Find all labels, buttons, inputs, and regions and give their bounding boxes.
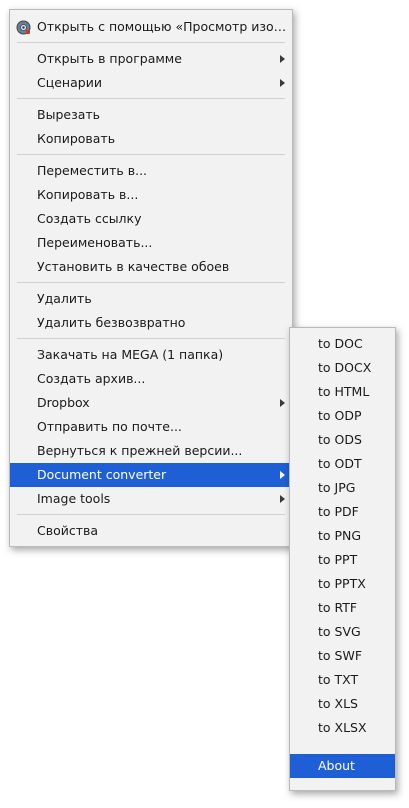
- menu-separator: [17, 98, 285, 99]
- menu-item-label: Копировать: [37, 131, 116, 146]
- submenu-arrow-icon: [280, 79, 285, 87]
- menu-item-label: Dropbox: [37, 395, 90, 410]
- menu-item-delete[interactable]: Удалить: [10, 287, 292, 311]
- submenu-item-to-odp[interactable]: to ODP: [290, 404, 395, 428]
- submenu-arrow-icon: [280, 399, 285, 407]
- menu-separator: [17, 282, 285, 283]
- submenu-item-to-odt[interactable]: to ODT: [290, 452, 395, 476]
- menu-item-upload-to-mega[interactable]: Закачать на MEGA (1 папка): [10, 343, 292, 367]
- submenu-arrow-icon: [280, 471, 285, 479]
- menu-item-label: Вернуться к прежней версии...: [37, 443, 243, 458]
- menu-separator: [17, 154, 285, 155]
- submenu-spacer: [290, 740, 395, 754]
- menu-item-open-with-default[interactable]: Открыть с помощью «Просмотр изображе...: [10, 15, 292, 39]
- context-menu: Открыть с помощью «Просмотр изображе... …: [9, 9, 293, 547]
- submenu-item-to-xls[interactable]: to XLS: [290, 692, 395, 716]
- image-viewer-icon: [16, 20, 31, 35]
- submenu-item-to-html[interactable]: to HTML: [290, 380, 395, 404]
- menu-item-label: Создать архив...: [37, 371, 146, 386]
- menu-item-label: Вырезать: [37, 107, 101, 122]
- menu-item-label: Закачать на MEGA (1 папка): [37, 347, 224, 362]
- menu-item-create-link[interactable]: Создать ссылку: [10, 207, 292, 231]
- menu-item-label: Переименовать...: [37, 235, 153, 250]
- menu-item-set-as-wallpaper[interactable]: Установить в качестве обоев: [10, 255, 292, 279]
- menu-item-rename[interactable]: Переименовать...: [10, 231, 292, 255]
- menu-item-send-by-email[interactable]: Отправить по почте...: [10, 415, 292, 439]
- menu-item-label: Image tools: [37, 491, 111, 506]
- submenu-item-to-pptx[interactable]: to PPTX: [290, 572, 395, 596]
- menu-separator: [17, 338, 285, 339]
- menu-item-label: Удалить безвозвратно: [37, 315, 186, 330]
- menu-item-cut[interactable]: Вырезать: [10, 103, 292, 127]
- menu-item-properties[interactable]: Свойства: [10, 519, 292, 543]
- menu-item-label: Установить в качестве обоев: [37, 259, 230, 274]
- menu-item-label: Удалить: [37, 291, 92, 306]
- menu-item-label: Копировать в...: [37, 187, 139, 202]
- document-converter-submenu: to DOC to DOCX to HTML to ODP to ODS to …: [289, 327, 396, 791]
- submenu-arrow-icon: [280, 495, 285, 503]
- submenu-item-to-ppt[interactable]: to PPT: [290, 548, 395, 572]
- submenu-item-to-txt[interactable]: to TXT: [290, 668, 395, 692]
- menu-item-label: Сценарии: [37, 75, 102, 90]
- menu-item-label: Открыть в программе: [37, 51, 182, 66]
- submenu-item-to-jpg[interactable]: to JPG: [290, 476, 395, 500]
- menu-item-label: Открыть с помощью «Просмотр изображе...: [37, 19, 287, 34]
- submenu-item-to-doc[interactable]: to DOC: [290, 332, 395, 356]
- submenu-item-to-pdf[interactable]: to PDF: [290, 500, 395, 524]
- submenu-item-to-png[interactable]: to PNG: [290, 524, 395, 548]
- menu-item-label: Создать ссылку: [37, 211, 142, 226]
- menu-item-document-converter[interactable]: Document converter: [10, 463, 292, 487]
- menu-item-copy-to[interactable]: Копировать в...: [10, 183, 292, 207]
- submenu-item-to-ods[interactable]: to ODS: [290, 428, 395, 452]
- menu-item-delete-permanently[interactable]: Удалить безвозвратно: [10, 311, 292, 335]
- menu-separator: [17, 514, 285, 515]
- menu-item-move-to[interactable]: Переместить в...: [10, 159, 292, 183]
- submenu-item-about[interactable]: About: [290, 754, 395, 778]
- menu-item-image-tools[interactable]: Image tools: [10, 487, 292, 511]
- menu-item-label: Переместить в...: [37, 163, 148, 178]
- submenu-item-to-xlsx[interactable]: to XLSX: [290, 716, 395, 740]
- submenu-item-to-swf[interactable]: to SWF: [290, 644, 395, 668]
- submenu-item-to-svg[interactable]: to SVG: [290, 620, 395, 644]
- menu-item-label: Отправить по почте...: [37, 419, 182, 434]
- menu-item-create-archive[interactable]: Создать архив...: [10, 367, 292, 391]
- menu-item-scripts[interactable]: Сценарии: [10, 71, 292, 95]
- menu-item-label: Document converter: [37, 467, 167, 482]
- menu-item-copy[interactable]: Копировать: [10, 127, 292, 151]
- submenu-item-to-docx[interactable]: to DOCX: [290, 356, 395, 380]
- menu-separator: [17, 42, 285, 43]
- menu-item-label: Свойства: [37, 523, 99, 538]
- menu-item-open-in-program[interactable]: Открыть в программе: [10, 47, 292, 71]
- submenu-arrow-icon: [280, 55, 285, 63]
- menu-item-dropbox[interactable]: Dropbox: [10, 391, 292, 415]
- submenu-item-to-rtf[interactable]: to RTF: [290, 596, 395, 620]
- menu-item-revert-to-previous[interactable]: Вернуться к прежней версии...: [10, 439, 292, 463]
